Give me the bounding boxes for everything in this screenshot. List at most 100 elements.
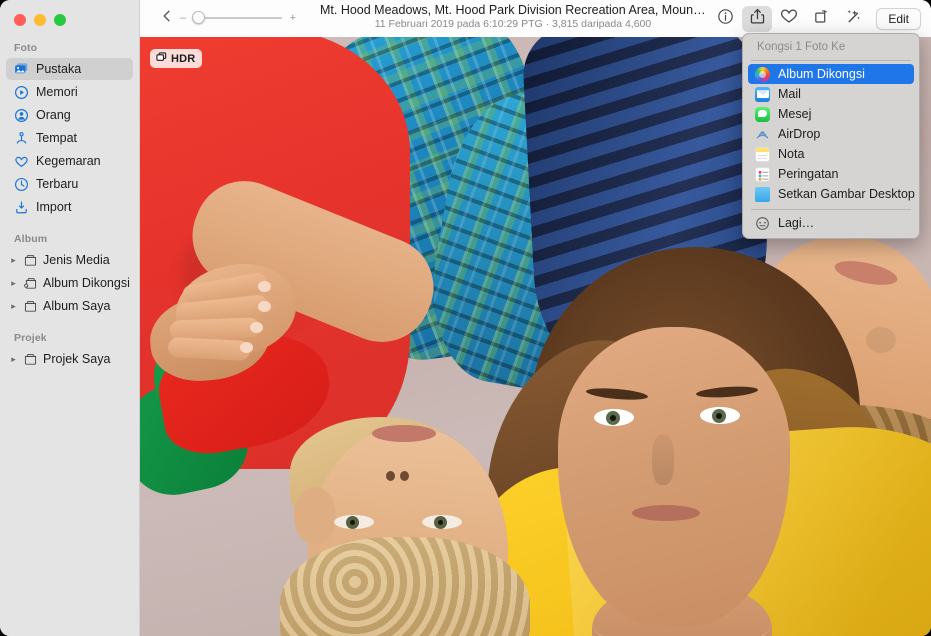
enhance-button[interactable] [838, 6, 868, 32]
toolbar-actions: Edit [710, 4, 921, 33]
sidebar-item-jenis-media[interactable]: ▸ Jenis Media [6, 249, 133, 271]
share-menu-header: Kongsi 1 Foto Ke [743, 38, 919, 59]
people-icon [14, 108, 29, 123]
share-menu-item-label: Mail [778, 87, 801, 101]
zoom-out-label[interactable]: – [180, 13, 186, 23]
zoom-slider[interactable]: – + [178, 8, 298, 28]
messages-app-icon [755, 107, 770, 122]
minimize-button[interactable] [34, 14, 46, 26]
share-menu-item-peringatan[interactable]: Peringatan [748, 164, 914, 184]
photo-fingernail [258, 301, 271, 312]
window-controls [14, 14, 66, 26]
sidebar-item-album-saya[interactable]: ▸ Album Saya [6, 295, 133, 317]
maximize-button[interactable] [54, 14, 66, 26]
notes-app-icon [755, 147, 770, 162]
mail-app-icon [755, 87, 770, 102]
sidebar-item-import[interactable]: Import [6, 196, 133, 218]
photo-fingernail [250, 322, 263, 333]
favorite-button[interactable] [774, 6, 804, 32]
photos-window: Foto Pustaka Memori Orang [0, 0, 931, 636]
zoom-slider-knob[interactable] [192, 11, 205, 24]
sidebar-item-label: Album Saya [43, 299, 110, 313]
clock-icon [14, 177, 29, 192]
share-menu-item-mail[interactable]: Mail [748, 84, 914, 104]
photo-bottom-child-ear [294, 487, 336, 545]
sidebar-group-title-album: Album [0, 219, 139, 248]
share-menu-item-label: Peringatan [778, 167, 838, 181]
title-block: Mt. Hood Meadows, Mt. Hood Park Division… [320, 3, 706, 30]
sidebar-item-memori[interactable]: Memori [6, 81, 133, 103]
photo-center-girl-eye [700, 407, 740, 424]
edit-button-label: Edit [888, 12, 909, 26]
share-menu-item-label: Setkan Gambar Desktop [778, 187, 915, 201]
rotate-button[interactable] [806, 6, 836, 32]
shared-folder-icon [23, 276, 38, 291]
share-menu[interactable]: Kongsi 1 Foto Ke Album Dikongsi Mail Mes… [742, 33, 920, 239]
sidebar-item-label: Tempat [36, 131, 77, 145]
photo-right-child-nose [866, 327, 896, 353]
share-menu-item-nota[interactable]: Nota [748, 144, 914, 164]
toolbar: – + Mt. Hood Meadows, Mt. Hood Park Divi… [140, 0, 931, 37]
magic-wand-icon [844, 7, 862, 30]
zoom-in-label[interactable]: + [290, 13, 296, 23]
desktop-picture-icon [755, 187, 770, 202]
photo-finger [168, 337, 251, 361]
sidebar-item-orang[interactable]: Orang [6, 104, 133, 126]
sidebar-item-label: Kegemaran [36, 154, 101, 168]
photo-center-girl-face [558, 327, 790, 627]
share-menu-item-setkan-gambar-desktop[interactable]: Setkan Gambar Desktop [748, 184, 914, 204]
share-menu-item-mesej[interactable]: Mesej [748, 104, 914, 124]
menu-separator [751, 60, 911, 61]
hdr-stack-icon [156, 52, 167, 66]
share-menu-item-label: AirDrop [778, 127, 820, 141]
info-icon [717, 8, 734, 30]
memories-icon [14, 85, 29, 100]
edit-button[interactable]: Edit [876, 8, 921, 30]
sidebar-item-pustaka[interactable]: Pustaka [6, 58, 133, 80]
photo-bottom-child-nose [386, 467, 412, 493]
share-icon [749, 8, 766, 30]
sidebar: Foto Pustaka Memori Orang [0, 0, 140, 636]
close-button[interactable] [14, 14, 26, 26]
sidebar-item-projek-saya[interactable]: ▸ Projek Saya [6, 348, 133, 370]
sidebar-item-label: Album Dikongsi [43, 276, 130, 290]
heart-icon [14, 154, 29, 169]
sidebar-item-tempat[interactable]: Tempat [6, 127, 133, 149]
photo-bottom-child-eye [422, 515, 462, 529]
sidebar-item-terbaru[interactable]: Terbaru [6, 173, 133, 195]
photo-bottom-child-eye [334, 515, 374, 529]
zoom-slider-track[interactable] [194, 17, 282, 19]
chevron-right-icon[interactable]: ▸ [9, 302, 18, 311]
library-icon [14, 62, 29, 77]
sidebar-list[interactable]: Foto Pustaka Memori Orang [0, 36, 139, 636]
folder-icon [23, 253, 38, 268]
heart-icon [780, 7, 798, 30]
rotate-icon [813, 8, 830, 30]
photo-center-girl-mouth [632, 505, 700, 521]
share-menu-item-airdrop[interactable]: AirDrop [748, 124, 914, 144]
photo-center-girl-eye [594, 409, 634, 426]
share-menu-item-album-dikongsi[interactable]: Album Dikongsi [748, 64, 914, 84]
sidebar-item-label: Jenis Media [43, 253, 110, 267]
back-button[interactable] [156, 7, 178, 29]
chevron-right-icon[interactable]: ▸ [9, 256, 18, 265]
chevron-right-icon[interactable]: ▸ [9, 355, 18, 364]
sidebar-item-kegemaran[interactable]: Kegemaran [6, 150, 133, 172]
sidebar-item-label: Terbaru [36, 177, 78, 191]
reminders-app-icon [755, 167, 770, 182]
sidebar-item-label: Import [36, 200, 71, 214]
share-menu-item-label: Lagi… [778, 216, 814, 230]
hdr-badge-label: HDR [171, 53, 195, 65]
share-menu-item-lagi[interactable]: Lagi… [748, 213, 914, 233]
photo-fingernail [240, 342, 253, 353]
menu-separator [751, 209, 911, 210]
sidebar-item-album-dikongsi[interactable]: ▸ Album Dikongsi [6, 272, 133, 294]
chevron-right-icon[interactable]: ▸ [9, 279, 18, 288]
sidebar-item-label: Memori [36, 85, 78, 99]
photos-app-icon [755, 67, 770, 82]
share-button[interactable] [742, 6, 772, 32]
info-button[interactable] [710, 6, 740, 32]
photo-fingernail [258, 281, 271, 292]
page-title: Mt. Hood Meadows, Mt. Hood Park Division… [320, 3, 706, 17]
sidebar-item-label: Orang [36, 108, 71, 122]
